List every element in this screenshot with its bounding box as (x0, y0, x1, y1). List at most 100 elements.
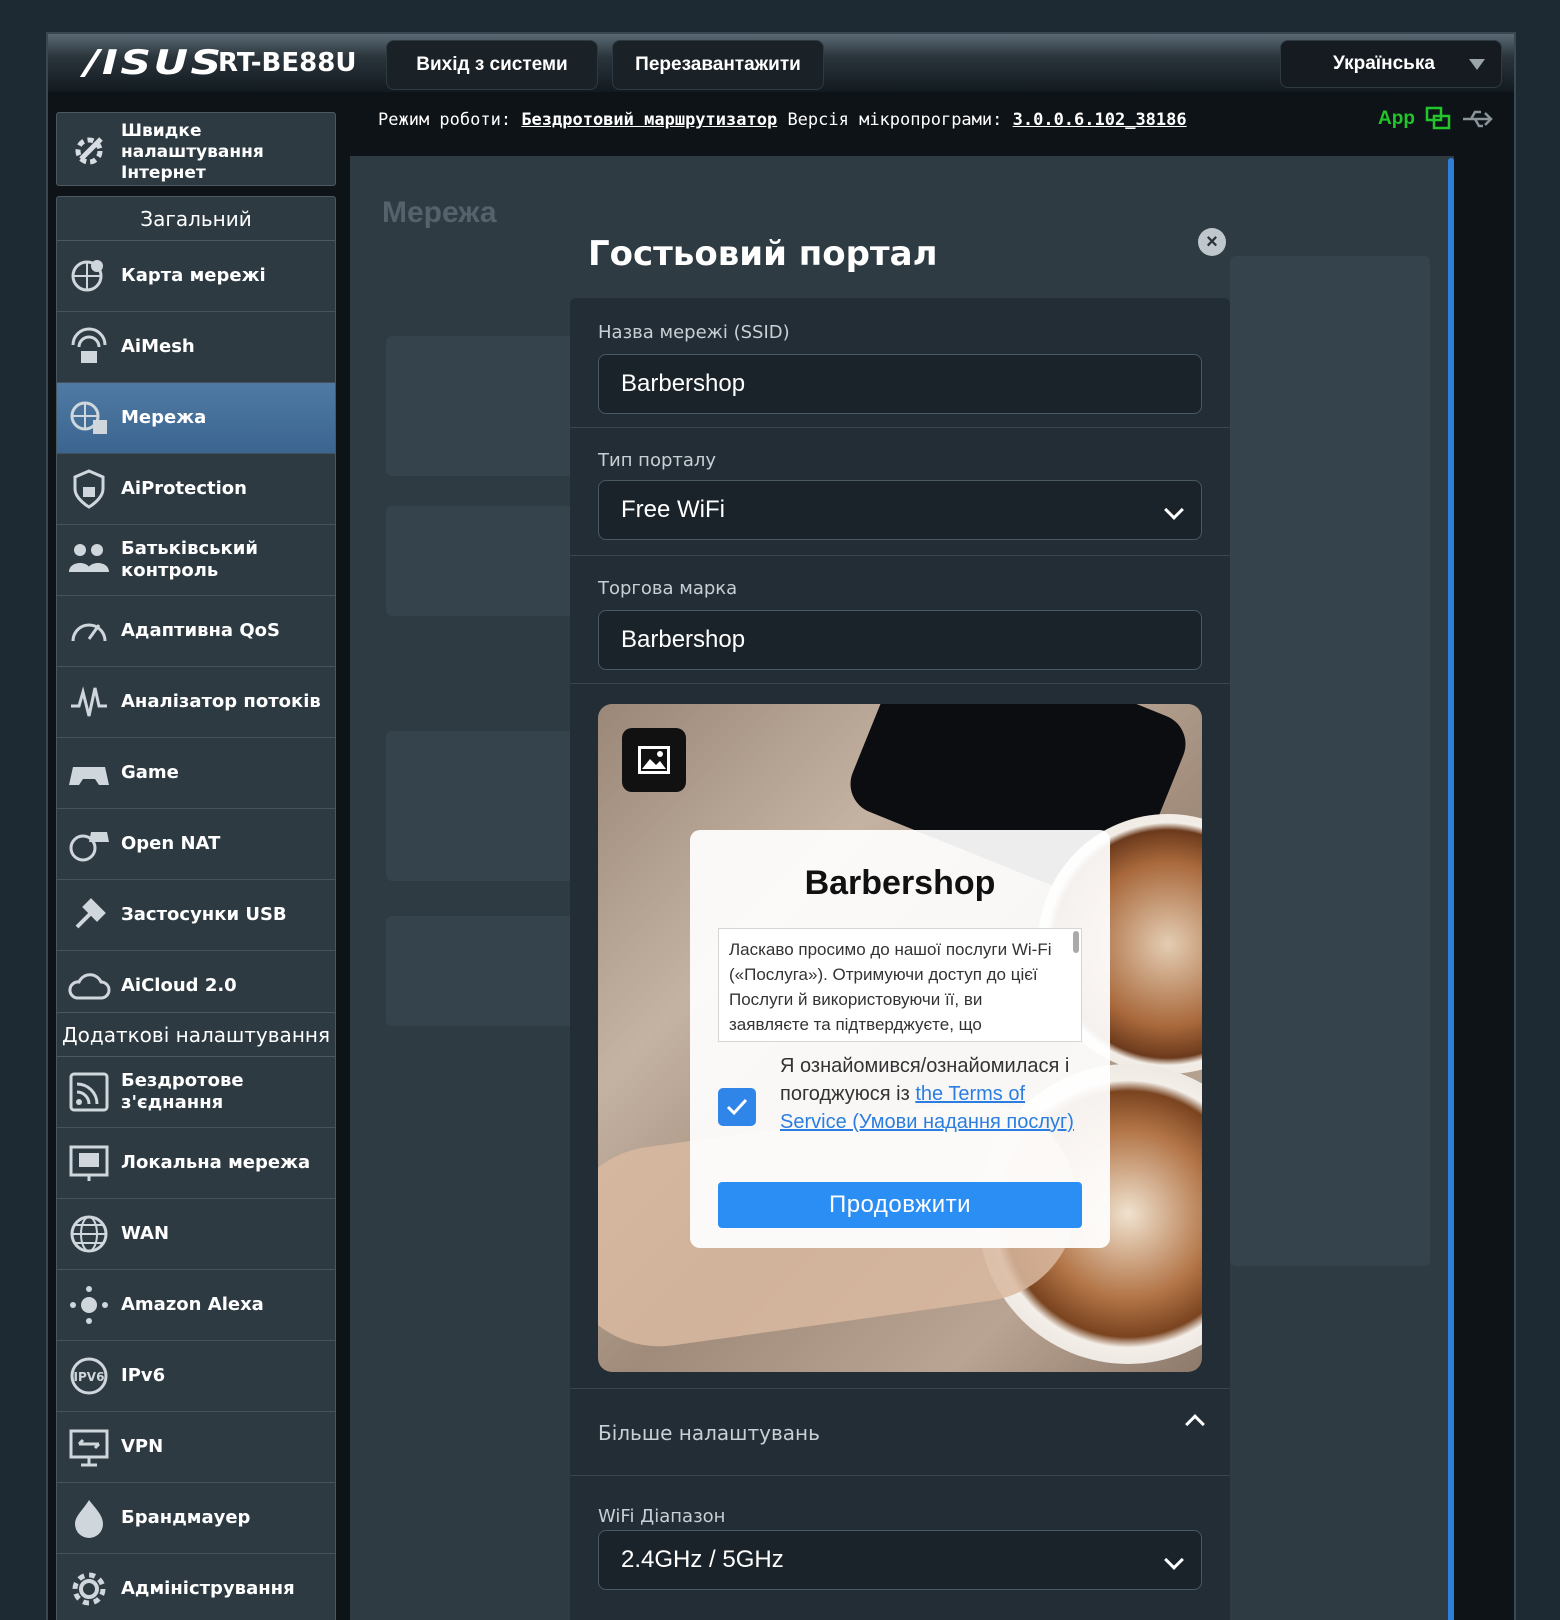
checkmark-icon (726, 1098, 748, 1116)
sidebar-item[interactable]: Локальна мережа (57, 1128, 335, 1199)
terms-textbox[interactable]: Ласкаво просимо до нашої послуги Wi-Fi (… (718, 928, 1082, 1042)
sidebar-item[interactable]: Застосунки USB (57, 880, 335, 951)
top-bar: /ISUS RT-BE88U Вихід з системи Перезаван… (48, 34, 1514, 92)
aimesh-icon (71, 327, 107, 363)
sidebar-item-label: Застосунки USB (121, 904, 287, 925)
firewall-icon (75, 1500, 103, 1538)
ssid-label: Назва мережі (SSID) (598, 322, 790, 343)
wifi-band-value: 2.4GHz / 5GHz (621, 1546, 784, 1573)
more-settings-toggle[interactable]: Більше налаштувань (570, 1388, 1230, 1476)
usb-icon (75, 898, 106, 929)
reboot-button[interactable]: Перезавантажити (612, 40, 824, 90)
wireless-icon (69, 1072, 109, 1112)
logout-button[interactable]: Вихід з системи (386, 40, 598, 90)
quick-internet-setup[interactable]: Швидке налаштування Інтернет (56, 112, 336, 186)
sidebar-item[interactable]: Брандмауер (57, 1483, 335, 1554)
sidebar-item-label: Open NAT (121, 833, 221, 854)
model-name: RT-BE88U (218, 48, 357, 78)
sidebar-item-label: Мережа (121, 407, 207, 428)
background-card (386, 731, 576, 881)
wifi-band-select[interactable]: 2.4GHz / 5GHz (598, 1530, 1202, 1590)
asus-logo: /ISUS (84, 43, 224, 83)
terms-scrollbar[interactable] (1073, 931, 1079, 953)
language-select[interactable]: Українська (1280, 40, 1502, 88)
change-image-button[interactable] (622, 728, 686, 792)
portal-type-section: Тип порталу Free WiFi (570, 428, 1230, 556)
background-card (386, 506, 576, 616)
sidebar-item[interactable]: AiMesh (57, 312, 335, 383)
quick-setup-icon (75, 137, 103, 165)
ssid-input[interactable]: Barbershop (598, 354, 1202, 414)
vpn-icon (69, 1429, 109, 1467)
brand-section: Торгова марка Barbershop (570, 556, 1230, 684)
chevron-up-icon (1185, 1414, 1205, 1434)
sidebar-item[interactable]: Amazon Alexa (57, 1270, 335, 1341)
sidebar-item[interactable]: AiProtection (57, 454, 335, 525)
operation-mode-link[interactable]: Бездротовий маршрутизатор (521, 110, 777, 130)
router-window: /ISUS RT-BE88U Вихід з системи Перезаван… (46, 32, 1516, 1620)
sidebar-item-label: WAN (121, 1223, 170, 1244)
image-icon (638, 746, 670, 774)
guest-portal-panel: Назва мережі (SSID) Barbershop Тип порта… (570, 298, 1230, 1620)
page-title: Мережа (382, 196, 497, 229)
app-link[interactable]: App (1378, 108, 1415, 130)
continue-button[interactable]: Продовжити (718, 1182, 1082, 1228)
sidebar-item[interactable]: Open NAT (57, 809, 335, 880)
terms-text: Ласкаво просимо до нашої послуги Wi-Fi (… (729, 940, 1052, 1034)
agree-text: Я ознайомився/ознайомилася і погоджуюся … (780, 1055, 1074, 1133)
sidebar-item-label: VPN (121, 1436, 164, 1457)
portal-preview: Barbershop Ласкаво просимо до нашої посл… (598, 704, 1202, 1372)
sidebar-item[interactable]: WAN (57, 1199, 335, 1270)
gamepad-icon (69, 767, 109, 785)
network-map-icon (71, 260, 103, 292)
portal-type-value: Free WiFi (621, 496, 725, 523)
portal-type-select[interactable]: Free WiFi (598, 480, 1202, 540)
background-card (386, 336, 576, 476)
sidebar-item[interactable]: Аналізатор потоків (57, 667, 335, 738)
sidebar-item[interactable]: Адміністрування (57, 1554, 335, 1620)
advanced-group: Додаткові налаштування Бездротове з'єдна… (56, 1012, 336, 1620)
app-devices-icon[interactable] (1425, 106, 1451, 132)
agree-checkbox[interactable] (718, 1088, 756, 1126)
sidebar-item[interactable]: Game (57, 738, 335, 809)
sidebar-item[interactable]: IPV6 IPv6 (57, 1341, 335, 1412)
general-group: Загальний Карта мережі AiMesh Мережа AiProt… (56, 196, 336, 1023)
content-scrollbar[interactable] (1448, 158, 1454, 1620)
cloud-icon (68, 973, 111, 1000)
sidebar-item[interactable]: Мережа (57, 383, 335, 454)
brand-input[interactable]: Barbershop (598, 610, 1202, 670)
wifi-band-label: WiFi Діапазон (598, 1506, 726, 1527)
sidebar-item-label: Бездротове з'єднання (121, 1070, 244, 1113)
globe-icon (70, 1215, 108, 1253)
brand-label: Торгова марка (598, 578, 738, 599)
close-icon: × (1206, 230, 1218, 253)
sidebar-item[interactable]: Адаптивна QoS (57, 596, 335, 667)
open-nat-icon (69, 832, 109, 862)
more-settings-label: Більше налаштувань (598, 1421, 820, 1445)
ipv6-icon: IPV6 (70, 1357, 108, 1395)
usb-status-icon[interactable] (1461, 108, 1495, 130)
chevron-down-icon (1164, 500, 1184, 520)
sidebar-item-label: IPv6 (121, 1365, 166, 1386)
lan-icon (69, 1145, 109, 1181)
sidebar-item[interactable]: VPN (57, 1412, 335, 1483)
sidebar-item[interactable]: Батьківський контроль (57, 525, 335, 596)
sidebar-item-label: AiMesh (121, 336, 195, 357)
sidebar-item[interactable]: Карта мережі (57, 241, 335, 312)
portal-login-card: Barbershop Ласкаво просимо до нашої посл… (690, 830, 1110, 1248)
sidebar-item-label: Адаптивна QoS (121, 620, 280, 641)
sidebar-item-label: AiCloud 2.0 (121, 975, 237, 996)
advanced-title: Додаткові налаштування (57, 1013, 335, 1057)
svg-text:IPV6: IPV6 (74, 1370, 105, 1384)
sidebar-item[interactable]: Бездротове з'єднання (57, 1057, 335, 1128)
status-line: Режим роботи: Бездротовий маршрутизатор … (378, 110, 1187, 130)
shield-icon (73, 469, 105, 509)
sidebar-item-label: Батьківський контроль (121, 538, 258, 581)
chevron-down-icon (1164, 1550, 1184, 1570)
sidebar-item-label: Аналізатор потоків (121, 691, 321, 712)
sidebar-item-label: Адміністрування (121, 1578, 295, 1599)
close-button[interactable]: × (1198, 228, 1226, 256)
general-title: Загальний (57, 197, 335, 241)
firmware-link[interactable]: 3.0.0.6.102_38186 (1013, 110, 1187, 130)
preview-brand: Barbershop (804, 864, 996, 902)
